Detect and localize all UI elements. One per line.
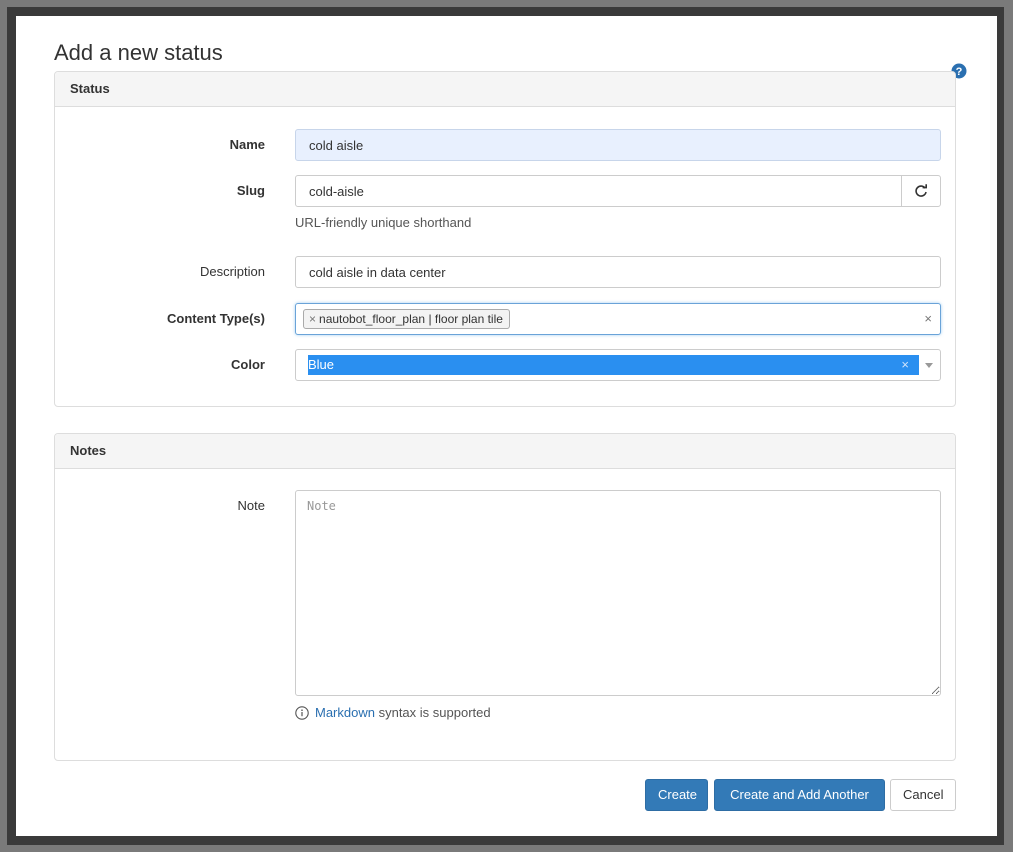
notes-panel-heading: Notes [55,434,955,469]
info-circle-icon [295,705,309,720]
content-type-tag: × nautobot_floor_plan | floor plan tile [303,309,510,329]
page: Add a new status ? Status Name Slug URL-… [16,16,997,836]
notes-panel: Notes Note Markdown syntax is supported [54,433,956,761]
create-and-add-another-button[interactable]: Create and Add Another [714,779,885,811]
content-types-label: Content Type(s) [167,311,265,326]
color-select[interactable]: Blue × [295,349,941,381]
clear-selection-icon[interactable]: × [924,311,932,326]
slug-input[interactable] [295,175,902,207]
markdown-suffix: syntax is supported [378,705,491,720]
status-panel: Status Name Slug URL-friendly unique sho… [54,71,956,407]
description-input[interactable] [295,256,941,288]
color-value-text: Blue [308,357,335,372]
color-selected-value: Blue × [308,355,919,375]
regenerate-slug-button[interactable] [901,175,941,207]
cancel-button[interactable]: Cancel [890,779,956,811]
svg-text:?: ? [956,66,963,78]
color-clear-icon[interactable]: × [901,355,909,375]
status-panel-heading: Status [55,72,955,107]
markdown-link[interactable]: Markdown [315,705,375,720]
create-button[interactable]: Create [645,779,708,811]
content-types-select[interactable]: × nautobot_floor_plan | floor plan tile × [295,303,941,335]
page-title: Add a new status [54,40,223,65]
note-label: Note [237,498,265,513]
tag-label: nautobot_floor_plan | floor plan tile [319,312,503,326]
description-label: Description [199,264,265,279]
color-label: Color [231,357,265,372]
refresh-icon [915,184,927,197]
chevron-down-icon[interactable] [925,363,933,368]
markdown-help: Markdown syntax is supported [295,705,491,720]
slug-group [295,175,941,207]
note-textarea[interactable] [295,490,941,696]
tag-remove-icon[interactable]: × [309,312,316,326]
name-label: Name [229,137,265,152]
slug-label: Slug [236,183,265,198]
name-input[interactable] [295,129,941,161]
slug-help-text: URL-friendly unique shorthand [295,215,472,230]
